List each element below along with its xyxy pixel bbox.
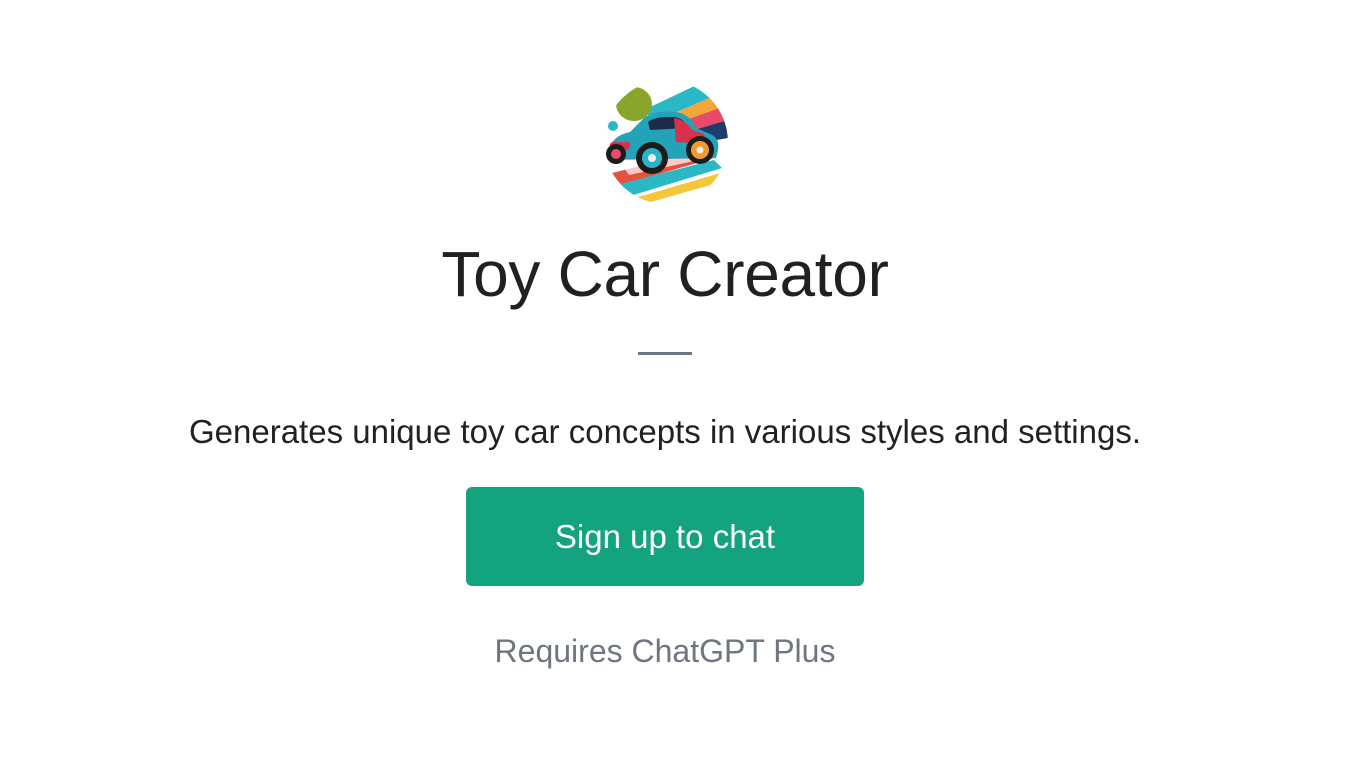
sign-up-button-label: Sign up to chat <box>554 517 776 555</box>
plan-requirement-note: Requires ChatGPT Plus <box>494 633 836 669</box>
title-divider <box>638 352 692 355</box>
gpt-avatar <box>604 80 728 204</box>
gpt-title: Toy Car Creator <box>441 238 889 310</box>
sign-up-button[interactable]: Sign up to chat <box>466 487 864 586</box>
gpt-landing-page: Toy Car Creator Generates unique toy car… <box>0 0 1360 764</box>
gpt-description: Generates unique toy car concepts in var… <box>188 413 1142 450</box>
toy-car-icon <box>604 80 728 204</box>
